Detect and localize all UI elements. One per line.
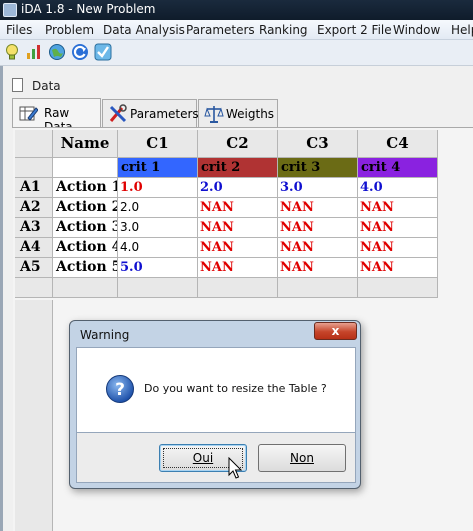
dialog-title: Warning — [80, 328, 130, 342]
document-icon — [12, 78, 23, 92]
value-cell[interactable]: 3.0 — [278, 178, 358, 198]
menu-problem[interactable]: Problem — [45, 23, 94, 37]
value-cell[interactable]: NAN — [278, 198, 358, 218]
criterion-cell[interactable]: crit 3 — [278, 158, 358, 178]
check-icon[interactable] — [94, 43, 112, 61]
action-name-cell[interactable]: Action 1 — [53, 178, 118, 198]
empty-cell — [358, 278, 438, 298]
table-edit-icon — [18, 103, 39, 123]
value-cell[interactable]: NAN — [198, 238, 278, 258]
menu-export[interactable]: Export 2 File — [317, 23, 392, 37]
action-name-cell[interactable]: Action 2 — [53, 198, 118, 218]
empty-cell — [118, 278, 198, 298]
value-cell[interactable]: NAN — [358, 258, 438, 278]
dialog-body: ? Do you want to resize the Table ? — [76, 347, 356, 433]
value-cell[interactable]: 1.0 — [118, 178, 198, 198]
value-cell[interactable]: 4.0 — [358, 178, 438, 198]
panel-title: Data — [32, 79, 61, 93]
empty-row-header — [15, 278, 53, 298]
value-cell[interactable]: NAN — [358, 218, 438, 238]
value-cell[interactable]: 2.0 — [118, 198, 198, 218]
question-icon: ? — [105, 374, 135, 404]
column-header-c1[interactable]: C1 — [118, 130, 198, 158]
dialog-message: Do you want to resize the Table ? — [144, 382, 327, 395]
tab-parameters[interactable]: Parameters — [102, 99, 199, 127]
empty-cell — [53, 278, 118, 298]
tab-weigths[interactable]: Weigths — [198, 99, 278, 127]
value-cell[interactable]: NAN — [198, 198, 278, 218]
toolbar — [0, 40, 473, 66]
column-header-c2[interactable]: C2 — [198, 130, 278, 158]
column-header-name[interactable]: Name — [53, 130, 118, 158]
action-name-cell[interactable]: Action 3 — [53, 218, 118, 238]
empty-cell — [278, 278, 358, 298]
action-name-cell[interactable]: Action 4 — [53, 238, 118, 258]
action-name-cell[interactable]: Action 5 — [53, 258, 118, 278]
value-cell[interactable]: NAN — [278, 258, 358, 278]
value-cell[interactable]: 4.0 — [118, 238, 198, 258]
empty-cell — [198, 278, 278, 298]
mouse-cursor-icon — [228, 457, 243, 479]
value-cell[interactable]: NAN — [358, 198, 438, 218]
value-cell[interactable]: 2.0 — [198, 178, 278, 198]
dialog-button-bar: Oui Non — [76, 433, 356, 483]
menu-parameters[interactable]: Parameters — [186, 23, 255, 37]
row-header[interactable]: A1 — [15, 178, 53, 198]
dialog-close-button[interactable]: x — [314, 322, 357, 340]
corner-cell — [15, 130, 53, 158]
window-title: iDA 1.8 - New Problem — [21, 2, 156, 16]
criterion-cell[interactable]: crit 2 — [198, 158, 278, 178]
menu-ranking[interactable]: Ranking — [259, 23, 308, 37]
lightbulb-icon[interactable] — [3, 43, 21, 61]
tab-raw-data[interactable]: Raw Data — [12, 98, 101, 134]
title-bar: iDA 1.8 - New Problem — [0, 0, 473, 20]
column-header-c4[interactable]: C4 — [358, 130, 438, 158]
value-cell[interactable]: 5.0 — [118, 258, 198, 278]
menu-data-analysis[interactable]: Data Analysis — [103, 23, 185, 37]
row-header[interactable]: A4 — [15, 238, 53, 258]
value-cell[interactable]: NAN — [198, 218, 278, 238]
column-header-c3[interactable]: C3 — [278, 130, 358, 158]
tools-icon — [108, 104, 128, 124]
warning-dialog: Warning x ? Do you want to resize the Ta… — [69, 320, 361, 489]
value-cell[interactable]: NAN — [278, 238, 358, 258]
row-header-column — [15, 300, 53, 531]
app-icon — [3, 3, 17, 17]
row-header[interactable]: A3 — [15, 218, 53, 238]
non-button-label: Non — [290, 451, 314, 465]
crit-row-header — [15, 158, 53, 178]
bar-chart-icon[interactable] — [25, 43, 43, 61]
menu-window[interactable]: Window — [393, 23, 440, 37]
value-cell[interactable]: NAN — [278, 218, 358, 238]
row-header[interactable]: A5 — [15, 258, 53, 278]
value-cell[interactable]: NAN — [198, 258, 278, 278]
row-header[interactable]: A2 — [15, 198, 53, 218]
tab-parameters-label: Parameters — [130, 107, 199, 121]
frame-border — [0, 66, 3, 531]
svg-text:?: ? — [115, 380, 125, 400]
menu-bar: Files Problem Data Analysis Parameters R… — [0, 20, 473, 40]
crit-row-name — [53, 158, 118, 178]
tab-weigths-label: Weigths — [226, 107, 275, 121]
menu-help[interactable]: Help — [451, 23, 473, 37]
value-cell[interactable]: 3.0 — [118, 218, 198, 238]
menu-files[interactable]: Files — [6, 23, 32, 37]
non-button[interactable]: Non — [258, 444, 346, 472]
refresh-icon[interactable] — [71, 43, 89, 61]
value-cell[interactable]: NAN — [358, 238, 438, 258]
criterion-cell[interactable]: crit 1 — [118, 158, 198, 178]
scale-icon — [204, 104, 224, 124]
globe-icon[interactable] — [48, 43, 66, 61]
criterion-cell[interactable]: crit 4 — [358, 158, 438, 178]
